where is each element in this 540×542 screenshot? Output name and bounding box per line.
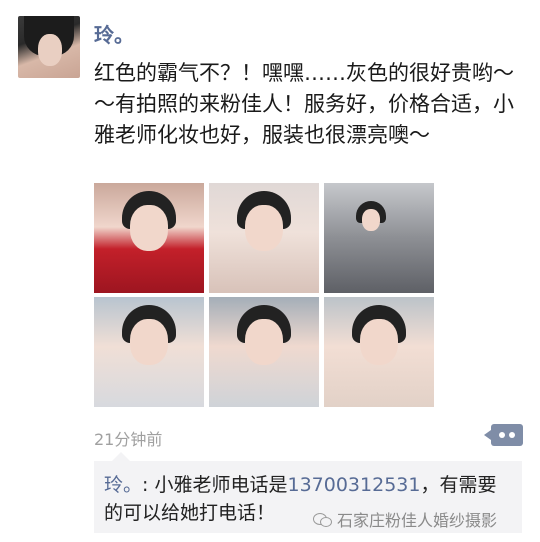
comment-author[interactable]: 玲。 bbox=[104, 474, 142, 496]
photo-face bbox=[245, 205, 283, 251]
photo-face bbox=[360, 319, 398, 365]
photo-face bbox=[245, 319, 283, 365]
photo-3[interactable] bbox=[324, 183, 434, 293]
photo-face bbox=[362, 209, 380, 231]
dot-icon bbox=[499, 432, 505, 438]
comment-separator: : bbox=[142, 474, 155, 496]
phone-link[interactable]: 13700312531 bbox=[287, 474, 420, 496]
photo-5[interactable] bbox=[209, 297, 319, 407]
photo-6[interactable] bbox=[324, 297, 434, 407]
photo-2[interactable] bbox=[209, 183, 319, 293]
moment-post: 玲。 红色的霸气不？！嘿嘿……灰色的很好贵哟～～有拍照的来粉佳人！服务好，价格合… bbox=[0, 0, 540, 542]
comment-text-before: 小雅老师电话是 bbox=[154, 474, 288, 496]
wechat-icon bbox=[313, 513, 332, 527]
photo-face bbox=[130, 205, 168, 251]
photo-4[interactable] bbox=[94, 297, 204, 407]
photo-grid bbox=[94, 183, 434, 408]
watermark: 石家庄粉佳人婚纱摄影 bbox=[313, 507, 497, 531]
user-avatar[interactable] bbox=[18, 16, 80, 78]
photo-face bbox=[130, 319, 168, 365]
post-text: 红色的霸气不？！嘿嘿……灰色的很好贵哟～～有拍照的来粉佳人！服务好，价格合适，小… bbox=[94, 61, 514, 147]
post-timestamp: 21分钟前 bbox=[94, 430, 163, 449]
post-username[interactable]: 玲。 bbox=[94, 19, 134, 48]
avatar-face bbox=[38, 34, 62, 66]
photo-1[interactable] bbox=[94, 183, 204, 293]
more-comment-icon[interactable] bbox=[484, 424, 523, 446]
dot-icon bbox=[509, 432, 515, 438]
watermark-text: 石家庄粉佳人婚纱摄影 bbox=[337, 511, 498, 530]
